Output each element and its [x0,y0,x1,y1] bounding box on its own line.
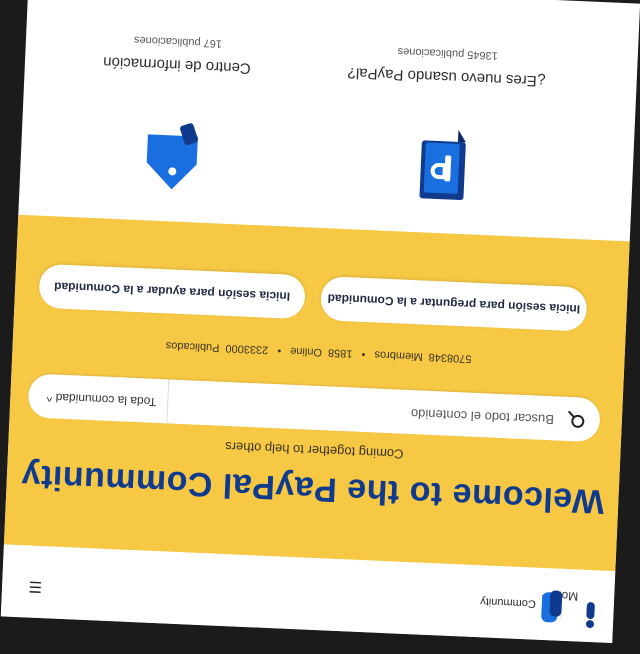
category-card-info-center[interactable]: Centro de información 167 publicaciones [41,0,310,209]
hamburger-menu-icon[interactable]: ☰ [26,578,42,596]
search-icon[interactable] [565,409,586,430]
search-bar: Toda la comunidad ^ [27,373,601,443]
page-frame: More ^ Community ☰ Welcome to the PayPal… [0,0,640,654]
online-label: Online [289,344,323,359]
category-count: 13645 publicaciones [397,45,499,62]
category-title[interactable]: Centro de información [47,51,307,79]
category-card-new-users[interactable]: ¿Eres nuevo usando PayPal? 13645 publica… [311,0,580,221]
stats-separator: • [277,344,282,357]
ask-community-button[interactable]: Inicia sesión para preguntar a la Comuni… [320,276,588,332]
brand-label: Community [479,595,537,610]
online-count: 1858 [327,346,353,360]
community-stats: 5708348 Miembros • 1858 Online • 2333000 Pu… [13,333,625,372]
help-community-button[interactable]: Inicia sesión para ayudar a la Comunidad [38,263,306,320]
scope-dropdown[interactable]: Toda la comunidad ^ [46,390,156,409]
paypal-logo-icon[interactable] [537,586,565,627]
posts-label: Publicados [165,339,220,354]
posts-count: 2333000 [225,341,269,356]
chevron-icon: ^ [46,390,53,405]
category-title[interactable]: ¿Eres nuevo usando PayPal? [316,63,576,91]
user-avatar-icon[interactable] [583,600,598,631]
members-count: 5708348 [428,350,472,365]
stats-separator: • [361,347,366,361]
search-divider [166,379,170,424]
community-page: More ^ Community ☰ Welcome to the PayPal… [0,0,640,644]
search-input[interactable] [171,394,557,429]
tag-icon [146,123,198,190]
category-count: 167 publicaciones [133,33,223,50]
paypal-book-icon [419,129,466,201]
members-label: Miembros [374,348,423,363]
hero-banner: Welcome to the PayPal Community Coming t… [3,214,630,572]
scope-label: Toda la comunidad [55,390,157,409]
